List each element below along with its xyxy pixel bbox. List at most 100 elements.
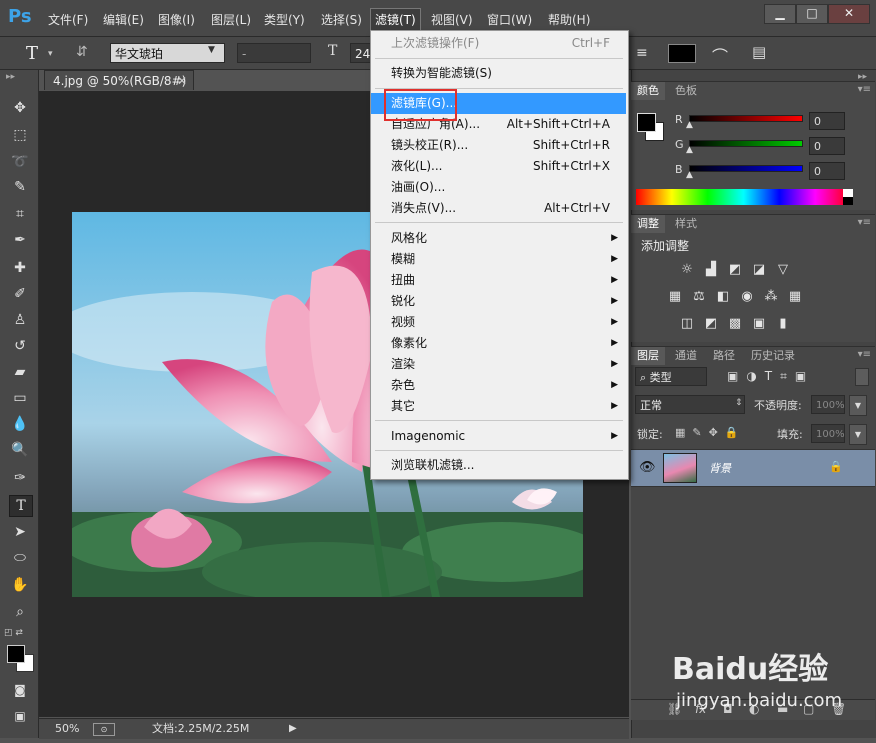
levels-icon[interactable]: ▟ bbox=[703, 263, 719, 277]
menu-item-pixelate[interactable]: 像素化 ▶ bbox=[371, 333, 626, 354]
tab-paths[interactable]: 路径 bbox=[707, 347, 741, 365]
tool-preset-chevron-icon[interactable]: ▾ bbox=[48, 49, 53, 59]
slider-handle-icon[interactable]: ▲ bbox=[686, 170, 693, 180]
text-orientation-icon[interactable]: ⇵ bbox=[76, 44, 88, 60]
path-select-tool-icon[interactable]: ➤ bbox=[9, 522, 31, 542]
visibility-eye-icon[interactable]: 👁 bbox=[639, 460, 656, 475]
pen-tool-icon[interactable]: ✑ bbox=[9, 468, 31, 488]
minimize-button[interactable]: ▁ bbox=[764, 4, 796, 24]
photo-filter-icon[interactable]: ◉ bbox=[739, 290, 755, 304]
layer-filter-select[interactable]: ⌕ 类型 bbox=[635, 367, 707, 386]
menu-item-distort[interactable]: 扭曲 ▶ bbox=[371, 270, 626, 291]
menu-edit[interactable]: 编辑(E) bbox=[99, 9, 148, 30]
menu-item-other[interactable]: 其它 ▶ bbox=[371, 396, 626, 417]
channel-mixer-icon[interactable]: ⁂ bbox=[763, 290, 779, 304]
crop-tool-icon[interactable]: ⌗ bbox=[9, 204, 31, 224]
menu-item-liquify[interactable]: 液化(L)... Shift+Ctrl+X bbox=[371, 156, 626, 177]
tab-adjustments[interactable]: 调整 bbox=[631, 215, 665, 233]
status-menu-arrow-icon[interactable]: ▶ bbox=[289, 719, 297, 739]
type-tool-icon[interactable]: T bbox=[26, 43, 38, 64]
menu-item-render[interactable]: 渲染 ▶ bbox=[371, 354, 626, 375]
threshold-icon[interactable]: ▩ bbox=[727, 317, 743, 331]
black-white-icon[interactable]: ◧ bbox=[715, 290, 731, 304]
menu-help[interactable]: 帮助(H) bbox=[544, 9, 594, 30]
menu-item-vanishing-point[interactable]: 消失点(V)... Alt+Ctrl+V bbox=[371, 198, 626, 219]
lasso-tool-icon[interactable]: ➰ bbox=[9, 152, 31, 172]
curves-icon[interactable]: ◩ bbox=[727, 263, 743, 277]
default-colors-icon[interactable]: ◰ ⇄ bbox=[4, 628, 23, 638]
menu-item-blur[interactable]: 模糊 ▶ bbox=[371, 249, 626, 270]
menu-type[interactable]: 类型(Y) bbox=[260, 9, 309, 30]
document-tab[interactable]: 4.jpg @ 50%(RGB/8#) ✕ bbox=[44, 70, 194, 90]
collapse-icon[interactable]: ▸▸ bbox=[6, 72, 15, 82]
blend-mode-select[interactable]: 正常 bbox=[635, 395, 745, 414]
type-tool-icon[interactable]: T bbox=[9, 495, 33, 517]
invert-icon[interactable]: ◫ bbox=[679, 317, 695, 331]
menu-item-browse-online-filters[interactable]: 浏览联机滤镜... bbox=[371, 455, 626, 476]
slider-handle-icon[interactable]: ▲ bbox=[686, 145, 693, 155]
move-tool-icon[interactable]: ✥ bbox=[9, 98, 31, 118]
close-tab-icon[interactable]: ✕ bbox=[177, 71, 187, 91]
gradient-tool-icon[interactable]: ▭ bbox=[9, 388, 31, 408]
menu-item-convert-smart-filter[interactable]: 转换为智能滤镜(S) bbox=[371, 63, 626, 84]
menu-item-stylize[interactable]: 风格化 ▶ bbox=[371, 228, 626, 249]
layer-filter-icons[interactable]: ▣◑T⌗▣ bbox=[727, 369, 814, 384]
menu-window[interactable]: 窗口(W) bbox=[483, 9, 536, 30]
color-balance-icon[interactable]: ⚖ bbox=[691, 290, 707, 304]
close-button[interactable]: ✕ bbox=[828, 4, 870, 24]
tab-styles[interactable]: 样式 bbox=[669, 215, 703, 233]
tab-channels[interactable]: 通道 bbox=[669, 347, 703, 365]
menu-item-video[interactable]: 视频 ▶ bbox=[371, 312, 626, 333]
character-panel-icon[interactable]: ▤ bbox=[752, 43, 766, 61]
menu-item-noise[interactable]: 杂色 ▶ bbox=[371, 375, 626, 396]
status-icon[interactable]: ⊙ bbox=[93, 723, 115, 736]
menu-item-imagenomic[interactable]: Imagenomic ▶ bbox=[371, 426, 626, 447]
zoom-tool-icon[interactable]: ⌕ bbox=[9, 602, 31, 622]
font-size-input[interactable]: 24 bbox=[350, 43, 372, 63]
history-brush-tool-icon[interactable]: ↺ bbox=[9, 336, 31, 356]
filter-toggle[interactable] bbox=[855, 368, 869, 386]
green-slider[interactable] bbox=[689, 140, 803, 147]
layer-row[interactable]: 👁 背景 🔒 bbox=[631, 449, 875, 487]
fill-input[interactable]: 100% bbox=[811, 424, 845, 443]
selective-color-icon[interactable]: ▣ bbox=[751, 317, 767, 331]
blur-tool-icon[interactable]: 💧 bbox=[9, 414, 31, 434]
font-style-select[interactable]: - bbox=[237, 43, 311, 63]
menu-filter[interactable]: 滤镜(T) bbox=[370, 8, 421, 31]
menu-view[interactable]: 视图(V) bbox=[427, 9, 477, 30]
green-value-input[interactable]: 0 bbox=[809, 137, 845, 155]
hand-tool-icon[interactable]: ✋ bbox=[9, 575, 31, 595]
menu-item-oil-paint[interactable]: 油画(O)... bbox=[371, 177, 626, 198]
brightness-icon[interactable]: ☼ bbox=[679, 263, 695, 277]
blue-value-input[interactable]: 0 bbox=[809, 162, 845, 180]
opacity-dropdown-icon[interactable]: ▼ bbox=[849, 395, 867, 416]
foreground-color-chip[interactable] bbox=[637, 113, 656, 132]
tab-swatches[interactable]: 色板 bbox=[669, 82, 703, 100]
screen-mode-icon[interactable]: ▣ bbox=[9, 706, 31, 726]
menu-select[interactable]: 选择(S) bbox=[317, 9, 366, 30]
dodge-tool-icon[interactable]: 🔍 bbox=[9, 440, 31, 460]
spectrum-white-chip[interactable] bbox=[843, 189, 853, 197]
menu-file[interactable]: 文件(F) bbox=[44, 9, 92, 30]
healing-brush-tool-icon[interactable]: ✚ bbox=[9, 258, 31, 278]
quick-select-tool-icon[interactable]: ✎ bbox=[9, 177, 31, 197]
ellipse-tool-icon[interactable]: ⬭ bbox=[9, 548, 31, 568]
red-value-input[interactable]: 0 bbox=[809, 112, 845, 130]
color-spectrum-bar[interactable] bbox=[636, 189, 851, 205]
vibrance-icon[interactable]: ▽ bbox=[775, 263, 791, 277]
spectrum-black-chip[interactable] bbox=[843, 197, 853, 205]
warp-text-icon[interactable]: ⌒ bbox=[712, 43, 728, 67]
gradient-map-icon[interactable]: ▮ bbox=[775, 317, 791, 331]
quick-mask-icon[interactable]: ◙ bbox=[9, 680, 31, 700]
menu-image[interactable]: 图像(I) bbox=[154, 9, 199, 30]
menu-item-last-filter[interactable]: 上次滤镜操作(F) Ctrl+F bbox=[371, 33, 626, 54]
menu-item-sharpen[interactable]: 锐化 ▶ bbox=[371, 291, 626, 312]
posterize-icon[interactable]: ◩ bbox=[703, 317, 719, 331]
menu-item-lens-correction[interactable]: 镜头校正(R)... Shift+Ctrl+R bbox=[371, 135, 626, 156]
brush-tool-icon[interactable]: ✐ bbox=[9, 284, 31, 304]
hue-saturation-icon[interactable]: ▦ bbox=[667, 290, 683, 304]
zoom-level[interactable]: 50% bbox=[55, 719, 79, 739]
text-color-swatch[interactable] bbox=[668, 44, 696, 63]
maximize-button[interactable]: □ bbox=[796, 4, 828, 24]
tab-layers[interactable]: 图层 bbox=[631, 347, 665, 365]
